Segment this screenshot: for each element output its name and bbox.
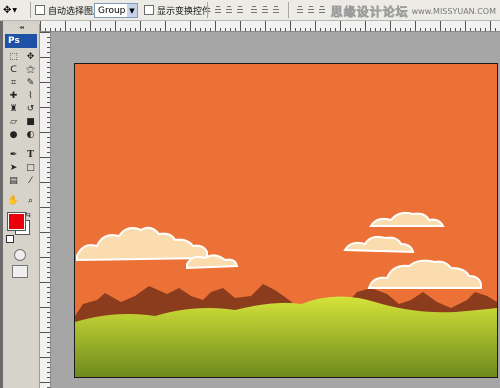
- ruler-tick: [140, 21, 141, 31]
- notes-icon[interactable]: ▤: [6, 176, 21, 187]
- ruler-tick: [115, 21, 116, 31]
- ruler-tick: [40, 257, 50, 258]
- ruler-tick: [265, 21, 266, 31]
- ruler-tick: [165, 21, 166, 31]
- auto-select-checkbox[interactable]: 自动选择图层: [35, 3, 102, 17]
- vertical-ruler[interactable]: [40, 32, 51, 388]
- magic-wand-icon[interactable]: ⚝: [23, 65, 38, 76]
- tool-grid: ⬚ ✥ ᑕ ⚝ ⌗ ✎ ✚ ⌇ ♜ ↺ ▱ ■ ● ◐ ✒ T ➤ □ ▤ ⁄ ✋ ⌕: [6, 52, 39, 207]
- align-top-icon[interactable]: [214, 3, 222, 15]
- chevron-down-icon: ▼: [12, 6, 18, 14]
- align-hcenter-icon[interactable]: [261, 3, 269, 15]
- tool-preset-picker[interactable]: ✥ ▼: [3, 3, 25, 17]
- ruler-tick: [40, 157, 50, 158]
- distribute-top-icon[interactable]: [296, 3, 304, 15]
- swap-colors-icon[interactable]: ⇆: [25, 211, 31, 219]
- eraser-icon[interactable]: ▱: [6, 117, 21, 128]
- distribute-bottom-icon[interactable]: [318, 3, 326, 15]
- ruler-tick: [240, 21, 241, 31]
- checkbox-box[interactable]: [35, 5, 45, 15]
- document-workspace: [40, 21, 500, 388]
- pen-icon[interactable]: ✒: [6, 150, 21, 161]
- distribute-buttons: [296, 3, 326, 15]
- ruler-tick: [40, 82, 50, 83]
- hand-icon[interactable]: ✋: [6, 196, 21, 207]
- ruler-tick: [490, 21, 491, 31]
- ruler-tick: [40, 182, 50, 183]
- ruler-tick: [40, 32, 50, 33]
- ruler-tick: [365, 21, 366, 31]
- watermark-text: 思缘设计论坛: [330, 5, 409, 20]
- chevron-down-icon: ▼: [127, 4, 137, 17]
- align-buttons: [214, 3, 244, 15]
- auto-select-value: Group: [98, 5, 126, 16]
- checkbox-box[interactable]: [144, 5, 154, 15]
- ruler-tick: [440, 21, 441, 31]
- artwork: [75, 64, 497, 377]
- ruler-tick: [290, 21, 291, 31]
- history-brush-icon[interactable]: ↺: [23, 104, 38, 115]
- foreground-color-swatch[interactable]: [7, 212, 26, 231]
- watermark-url: www.MISSYUAN.COM: [411, 7, 496, 16]
- ruler-tick: [40, 132, 50, 133]
- watermark: 思缘设计论坛 www.MISSYUAN.COM: [330, 3, 496, 20]
- path-select-icon[interactable]: ➤: [6, 163, 21, 174]
- type-icon[interactable]: T: [23, 150, 38, 161]
- ruler-tick: [40, 332, 50, 333]
- slice-icon[interactable]: ✎: [23, 78, 38, 89]
- gradient-icon[interactable]: ■: [23, 117, 38, 128]
- options-bar: ✥ ▼ 自动选择图层 Group ▼ 显示变换控件 思缘设计论坛 www.MIS…: [0, 0, 500, 21]
- ruler-tick: [190, 21, 191, 31]
- ruler-tick: [40, 107, 50, 108]
- horizontal-ruler[interactable]: [40, 21, 500, 32]
- ruler-tick: [40, 382, 50, 383]
- ruler-tick: [465, 21, 466, 31]
- ruler-tick: [340, 21, 341, 31]
- ruler-tick: [40, 307, 50, 308]
- zoom-icon[interactable]: ⌕: [23, 196, 38, 207]
- ruler-tick: [40, 207, 50, 208]
- screen-mode-icon[interactable]: [12, 265, 28, 278]
- ruler-tick: [390, 21, 391, 31]
- ruler-tick: [40, 357, 50, 358]
- align-right-icon[interactable]: [272, 3, 280, 15]
- clone-stamp-icon[interactable]: ♜: [6, 104, 21, 115]
- ruler-tick: [90, 21, 91, 31]
- align-buttons-2: [250, 3, 280, 15]
- document-canvas[interactable]: [74, 63, 498, 378]
- marquee-icon[interactable]: ⬚: [6, 52, 21, 63]
- align-left-icon[interactable]: [250, 3, 258, 15]
- ruler-tick: [40, 21, 41, 31]
- align-vcenter-icon[interactable]: [225, 3, 233, 15]
- eyedropper-icon[interactable]: ⁄: [23, 176, 38, 187]
- distribute-vcenter-icon[interactable]: [307, 3, 315, 15]
- align-bottom-icon[interactable]: [236, 3, 244, 15]
- auto-select-dropdown[interactable]: Group ▼: [94, 3, 138, 18]
- show-transform-label: 显示变换控件: [157, 6, 212, 17]
- lasso-icon[interactable]: ᑕ: [6, 65, 21, 76]
- healing-brush-icon[interactable]: ✚: [6, 91, 21, 102]
- ruler-tick: [40, 57, 50, 58]
- brush-icon[interactable]: ⌇: [23, 91, 38, 102]
- ruler-tick: [215, 21, 216, 31]
- move-icon: ✥: [3, 4, 12, 16]
- ruler-tick: [315, 21, 316, 31]
- dodge-icon[interactable]: ◐: [23, 130, 38, 141]
- show-transform-checkbox[interactable]: 显示变换控件: [144, 3, 211, 17]
- toolbox: ◂◂ Ps ⬚ ✥ ᑕ ⚝ ⌗ ✎ ✚ ⌇ ♜ ↺ ▱ ■ ● ◐ ✒ T ➤ □ ▤ ⁄ ✋ ⌕ ⇆: [3, 24, 40, 388]
- blur-icon[interactable]: ●: [6, 130, 21, 141]
- color-swatches: ⇆: [6, 211, 39, 245]
- photoshop-logo[interactable]: Ps: [5, 34, 37, 48]
- crop-icon[interactable]: ⌗: [6, 78, 21, 89]
- ruler-tick: [415, 21, 416, 31]
- default-colors-icon[interactable]: [6, 235, 14, 243]
- ruler-tick: [65, 21, 66, 31]
- ruler-tick: [40, 282, 50, 283]
- move-icon[interactable]: ✥: [23, 52, 38, 63]
- shape-icon[interactable]: □: [23, 163, 38, 174]
- ruler-tick: [40, 232, 50, 233]
- toolbox-grip[interactable]: ◂◂: [3, 24, 39, 31]
- quick-mask-icon[interactable]: [14, 249, 26, 261]
